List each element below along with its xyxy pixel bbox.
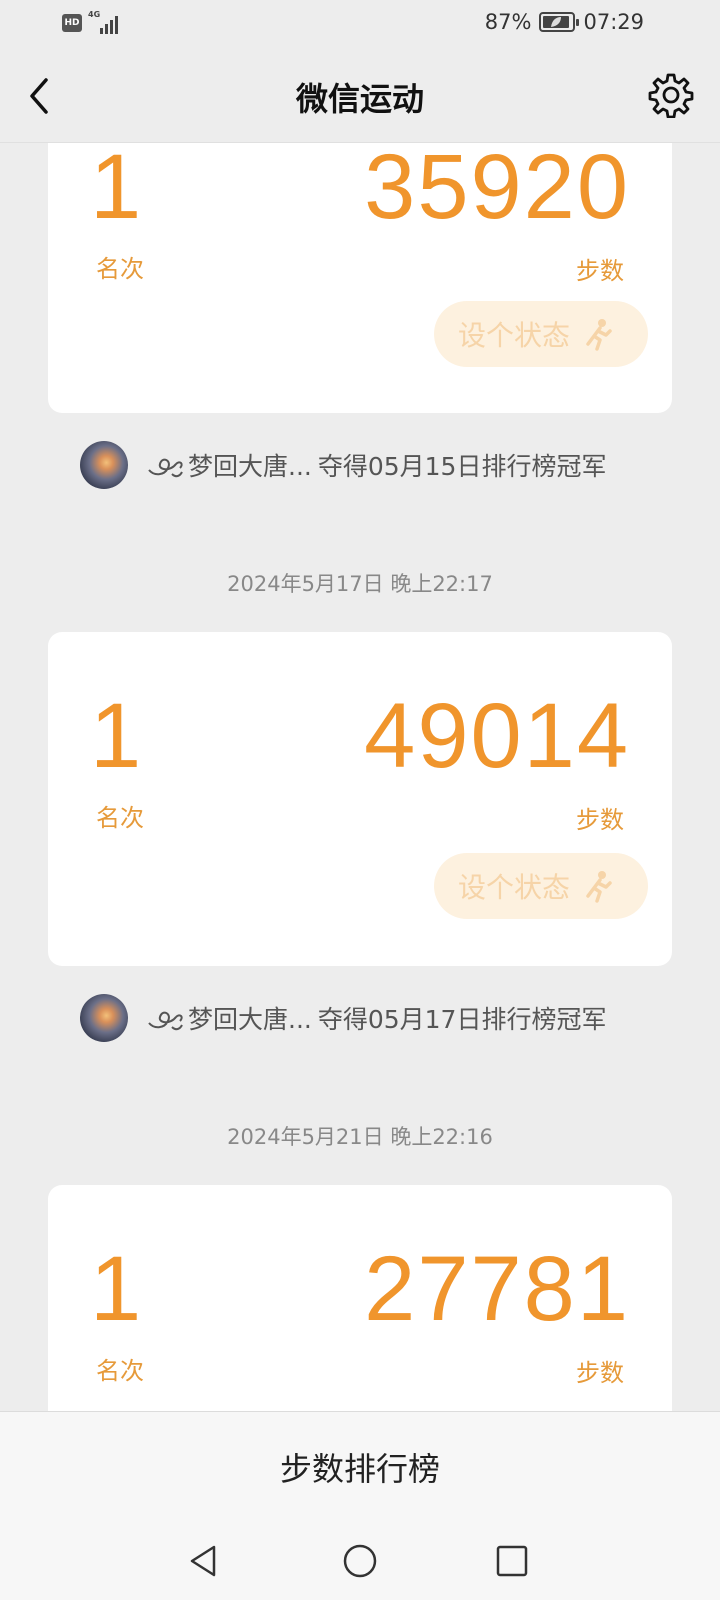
swirl-icon	[148, 458, 183, 478]
leaderboard-tab-label: 步数排行榜	[279, 1449, 440, 1488]
status-bar: HD 4G 87% 07:29	[0, 0, 720, 48]
champion-name: 梦回大唐...	[188, 1005, 312, 1034]
rank-label: 名次	[96, 255, 144, 283]
system-nav-bar	[0, 1521, 720, 1600]
signal-bars	[100, 16, 118, 34]
runner-icon	[586, 871, 612, 903]
battery-percent: 87%	[484, 10, 532, 34]
champion-row[interactable]: 梦回大唐... 夺得05月17日排行榜冠军	[80, 994, 606, 1042]
gear-icon	[648, 73, 694, 119]
steps-number: 49014	[364, 685, 630, 787]
home-circle-icon[interactable]	[340, 1541, 380, 1581]
rank-card[interactable]: 1 27781 名次 步数	[48, 1185, 672, 1411]
swirl-icon	[148, 1011, 183, 1031]
set-status-label: 设个状态	[458, 319, 571, 352]
screen: HD 4G 87% 07:29 微信运动 1 35920 名次 步数 设个状态 …	[0, 0, 720, 1600]
network-type-label: 4G	[88, 10, 101, 19]
rank-label: 名次	[96, 1357, 144, 1385]
status-bar-left: HD 4G	[62, 10, 126, 34]
leaf-icon	[551, 17, 562, 27]
avatar[interactable]	[80, 441, 128, 489]
champion-name: 梦回大唐...	[188, 452, 312, 481]
steps-number: 35920	[364, 143, 630, 238]
runner-icon	[586, 319, 612, 351]
clock: 07:29	[583, 10, 644, 34]
steps-label: 步数	[576, 806, 624, 834]
avatar[interactable]	[80, 994, 128, 1042]
nav-bar: 微信运动	[0, 48, 720, 143]
battery-icon	[539, 12, 580, 32]
status-bar-right: 87% 07:29	[485, 10, 644, 34]
timestamp: 2024年5月17日 晚上22:17	[227, 572, 493, 596]
steps-label: 步数	[576, 1359, 624, 1387]
steps-number: 27781	[364, 1238, 630, 1340]
champion-text: 夺得05月15日排行榜冠军	[317, 452, 607, 481]
rank-label: 名次	[96, 804, 144, 832]
settings-button[interactable]	[648, 72, 694, 119]
steps-label: 步数	[576, 257, 624, 285]
set-status-label: 设个状态	[458, 871, 571, 904]
rank-number: 1	[90, 143, 142, 238]
rank-number: 1	[90, 685, 142, 787]
rank-card[interactable]: 1 35920 名次 步数 设个状态	[48, 143, 672, 413]
timestamp: 2024年5月21日 晚上22:16	[227, 1125, 493, 1149]
hd-badge: HD	[62, 14, 82, 32]
champion-row[interactable]: 梦回大唐... 夺得05月15日排行榜冠军	[80, 441, 606, 489]
set-status-button[interactable]: 设个状态	[434, 301, 648, 367]
rank-number: 1	[90, 1238, 142, 1340]
recents-square-icon[interactable]	[492, 1541, 532, 1581]
signal-strength-icon: 4G	[88, 10, 126, 34]
feed[interactable]: 1 35920 名次 步数 设个状态 梦回大唐... 夺得05月15日排行榜冠军…	[0, 143, 720, 1411]
leaderboard-tab[interactable]: 步数排行榜	[0, 1411, 720, 1521]
back-triangle-icon[interactable]	[184, 1541, 224, 1581]
set-status-button[interactable]: 设个状态	[434, 853, 648, 919]
champion-text: 夺得05月17日排行榜冠军	[317, 1005, 607, 1034]
page-title: 微信运动	[295, 80, 424, 118]
rank-card[interactable]: 1 49014 名次 步数 设个状态	[48, 632, 672, 966]
